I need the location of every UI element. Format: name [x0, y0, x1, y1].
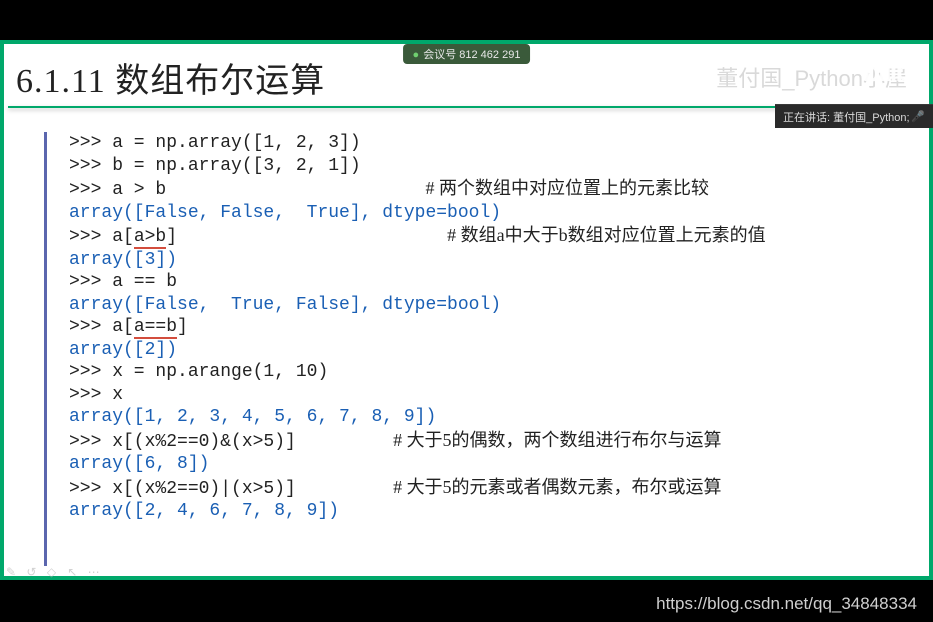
code-line: >>> a[a==b]	[69, 316, 913, 339]
code-comment: # 大于5的元素或者偶数元素，布尔或运算	[393, 477, 722, 497]
eraser-icon[interactable]: ◇	[47, 565, 59, 578]
code-line: >>> x = np.arange(1, 10)	[69, 361, 913, 384]
highlight-underline: a>b	[134, 227, 166, 249]
code-output: array([False, True, False], dtype=bool)	[69, 294, 913, 317]
signal-icon: ●	[413, 49, 420, 61]
code-comment: # 大于5的偶数，两个数组进行布尔与运算	[393, 430, 722, 450]
code-line: >>> x	[69, 384, 913, 407]
code-text: >>> a[	[69, 227, 134, 247]
more-icon[interactable]: ⋯	[88, 565, 100, 578]
meeting-id-badge: ●会议号 812 462 291	[403, 44, 531, 64]
code-text: >>> a > b	[69, 180, 166, 200]
author-credit: 董付国_Python小屋	[716, 61, 907, 93]
code-output: array([2])	[69, 339, 913, 362]
code-pad	[296, 432, 393, 452]
code-block: >>> a = np.array([1, 2, 3]) >>> b = np.a…	[44, 132, 913, 566]
code-comment: # 数组a中大于b数组对应位置上元素的值	[447, 225, 766, 245]
code-line: >>> a = np.array([1, 2, 3])	[69, 132, 913, 155]
code-line: >>> x[(x%2==0)|(x>5)] # 大于5的元素或者偶数元素，布尔或…	[69, 476, 913, 501]
code-output: array([3])	[69, 249, 913, 272]
code-line: >>> a > b # 两个数组中对应位置上的元素比较	[69, 177, 913, 202]
code-line: >>> a == b	[69, 271, 913, 294]
undo-icon[interactable]: ↺	[26, 565, 38, 578]
pen-icon[interactable]: ✎	[6, 565, 18, 578]
highlight-underline: a==b	[134, 317, 177, 339]
code-output: array([1, 2, 3, 4, 5, 6, 7, 8, 9])	[69, 406, 913, 429]
code-output: array([False, False, True], dtype=bool)	[69, 202, 913, 225]
code-output: array([6, 8])	[69, 453, 913, 476]
code-pad	[166, 180, 425, 200]
speaking-status: 正在讲话: 董付国_Python; 🎤	[775, 104, 933, 128]
code-line: >>> a[a>b] # 数组a中大于b数组对应位置上元素的值	[69, 224, 913, 249]
code-comment: # 两个数组中对应位置上的元素比较	[425, 178, 709, 198]
code-text: >>> x[(x%2==0)&(x>5)]	[69, 432, 296, 452]
microphone-icon: 🎤	[911, 110, 925, 123]
code-text: ]	[166, 227, 177, 247]
code-text: >>> a[	[69, 317, 134, 337]
code-line: >>> b = np.array([3, 2, 1])	[69, 155, 913, 178]
code-text: ]	[177, 317, 188, 337]
code-output: array([2, 4, 6, 7, 8, 9])	[69, 500, 913, 523]
csdn-watermark: https://blog.csdn.net/qq_34848334	[656, 594, 917, 614]
code-line: >>> x[(x%2==0)&(x>5)] # 大于5的偶数，两个数组进行布尔与…	[69, 429, 913, 454]
slide-title: 6.1.11 数组布尔运算	[16, 53, 325, 102]
pointer-icon[interactable]: ↖	[67, 565, 79, 578]
code-pad	[296, 479, 393, 499]
speaking-status-text: 正在讲话: 董付国_Python;	[783, 109, 910, 125]
code-text: >>> x[(x%2==0)|(x>5)]	[69, 479, 296, 499]
code-pad	[177, 227, 447, 247]
annotation-toolbar: ✎ ↺ ◇ ↖ ⋯	[0, 560, 100, 582]
meeting-id-text: 会议号 812 462 291	[423, 49, 520, 61]
